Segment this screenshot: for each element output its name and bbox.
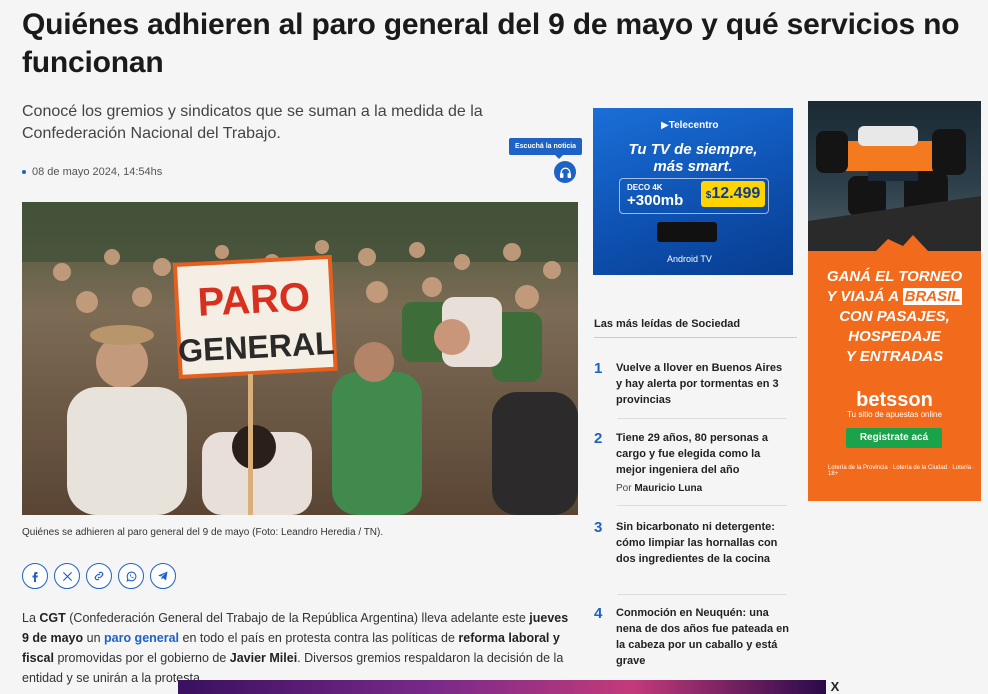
- most-read-number: 4: [594, 605, 603, 622]
- android-tv-logo: Android TV: [667, 254, 712, 264]
- race-car-image: [808, 101, 981, 251]
- body-text: en todo el país en protesta contra las p…: [179, 631, 459, 645]
- body-text: (Confederación General del Trabajo de la…: [65, 611, 530, 625]
- article-title: Quiénes adhieren al paro general del 9 d…: [22, 8, 960, 79]
- telecentro-speed: +300mb: [627, 192, 684, 209]
- link-icon: [94, 571, 104, 581]
- most-read-item[interactable]: 1 Vuelve a llover en Buenos Aires y hay …: [594, 360, 789, 408]
- share-bar: [22, 563, 176, 589]
- telecentro-headline: Tu TV de siempre, más smart.: [593, 141, 793, 175]
- author-name[interactable]: Mauricio Luna: [634, 483, 702, 494]
- divider: [617, 418, 787, 419]
- share-whatsapp-button[interactable]: [118, 563, 144, 589]
- date-bullet: [22, 170, 26, 174]
- betsson-logo: betsson: [856, 389, 933, 411]
- promo-line: Y VIAJÁ A BRASIL: [808, 287, 981, 307]
- most-read-item[interactable]: 2 Tiene 29 años, 80 personas a cargo y f…: [594, 430, 789, 494]
- promo-highlight: BRASIL: [902, 288, 963, 305]
- most-read-number: 1: [594, 360, 603, 377]
- telegram-icon: [158, 571, 168, 581]
- betsson-ad[interactable]: GANÁ EL TORNEO Y VIAJÁ A BRASIL CON PASA…: [808, 101, 981, 501]
- most-read-title: Las más leídas de Sociedad: [594, 318, 741, 330]
- divider: [617, 505, 787, 506]
- telecentro-headline-line2: más smart.: [653, 158, 733, 175]
- betsson-tagline: Tu sitio de apuestas online: [847, 410, 942, 419]
- listen-tooltip: Escuchá la noticia: [509, 138, 583, 159]
- headphones-icon: [559, 167, 571, 178]
- telecentro-brand: Telecentro: [668, 120, 719, 131]
- copy-link-button[interactable]: [86, 563, 112, 589]
- tv-box-device: [657, 222, 717, 242]
- article-photo: PARO GENERAL: [22, 202, 578, 515]
- divider: [594, 337, 797, 338]
- author-prefix: Por: [616, 483, 632, 494]
- paro-general-link[interactable]: paro general: [104, 631, 179, 645]
- article-subtitle: Conocé los gremios y sindicatos que se s…: [22, 103, 483, 142]
- photo-caption: Quiénes se adhieren al paro general del …: [22, 527, 384, 538]
- close-banner-button[interactable]: X: [828, 680, 842, 694]
- sign-text-line1: PARO: [196, 275, 311, 325]
- publish-date: 08 de mayo 2024, 14:54hs: [22, 166, 162, 178]
- promo-line: Y ENTRADAS: [845, 348, 944, 365]
- body-bold: Javier Milei: [229, 651, 298, 665]
- android-tv-text: Android TV: [667, 254, 712, 264]
- most-read-item[interactable]: 3 Sin bicarbonato ni detergente: cómo li…: [594, 519, 789, 567]
- listen-button[interactable]: [554, 161, 576, 183]
- most-read-item[interactable]: 4 Conmoción en Neuquén: una nena de dos …: [594, 605, 789, 669]
- partner-logos: Lotería de la Provincia · Lotería de la …: [828, 465, 975, 477]
- protest-crowd-image: PARO GENERAL: [22, 202, 578, 515]
- most-read-headline[interactable]: Tiene 29 años, 80 personas a cargo y fue…: [616, 430, 789, 478]
- promo-line: GANÁ EL TORNEO: [826, 268, 963, 285]
- promo-text: Y VIAJÁ A: [826, 288, 903, 305]
- body-text: un: [83, 631, 104, 645]
- x-icon: [62, 571, 72, 581]
- body-bold: CGT: [39, 611, 66, 625]
- betsson-promo-text: GANÁ EL TORNEO Y VIAJÁ A BRASIL CON PASA…: [808, 267, 981, 367]
- facebook-icon: [32, 572, 38, 582]
- most-read-headline[interactable]: Vuelve a llover en Buenos Aires y hay al…: [616, 360, 789, 408]
- body-text: La: [22, 611, 40, 625]
- most-read-number: 3: [594, 519, 603, 536]
- most-read-author: Por Mauricio Luna: [616, 483, 789, 494]
- price-value: 12.499: [711, 185, 761, 202]
- share-facebook-button[interactable]: [22, 563, 48, 589]
- body-text: promovidas por el gobierno de: [53, 651, 230, 665]
- telecentro-logo: ▶Telecentro: [661, 120, 719, 131]
- register-button[interactable]: Registrate acá: [846, 428, 942, 448]
- telecentro-ad[interactable]: ▶Telecentro Tu TV de siempre, más smart.…: [593, 108, 793, 275]
- bottom-banner-ad[interactable]: [178, 680, 826, 694]
- promo-line: HOSPEDAJE: [848, 328, 941, 345]
- telecentro-deco: DECO 4K: [627, 183, 663, 192]
- promo-line: CON PASAJES,: [839, 308, 950, 325]
- whatsapp-icon: [125, 571, 136, 582]
- most-read-number: 2: [594, 430, 603, 447]
- share-telegram-button[interactable]: [150, 563, 176, 589]
- most-read-headline[interactable]: Conmoción en Neuquén: una nena de dos añ…: [616, 605, 789, 669]
- share-x-button[interactable]: [54, 563, 80, 589]
- most-read-headline[interactable]: Sin bicarbonato ni detergente: cómo limp…: [616, 519, 789, 567]
- telecentro-headline-line1: Tu TV de siempre,: [628, 141, 758, 158]
- divider: [617, 594, 787, 595]
- article-body: La CGT (Confederación General del Trabaj…: [22, 608, 578, 688]
- publish-date-text: 08 de mayo 2024, 14:54hs: [32, 166, 163, 178]
- telecentro-price: $12.499: [701, 181, 765, 207]
